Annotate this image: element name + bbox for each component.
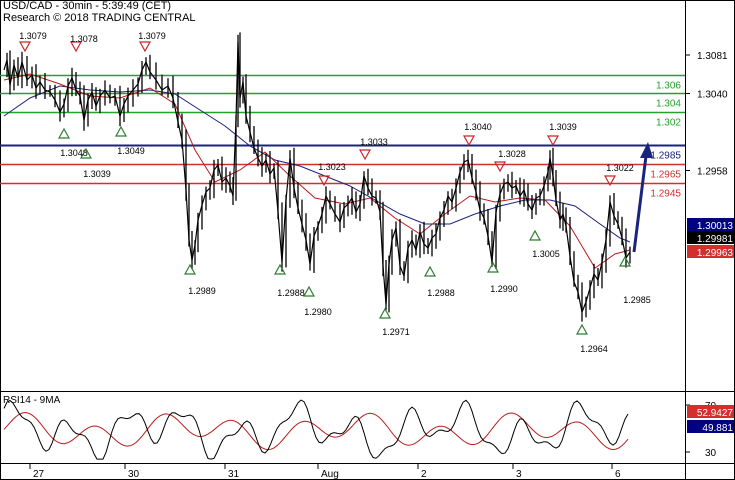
peak-label-2: 1.3079 — [138, 31, 166, 41]
chart-credit: Research © 2018 TRADING CENTRAL — [3, 12, 196, 24]
price-tick-label-2: 1.2958 — [697, 166, 728, 177]
trough-label-7: 1.2988 — [427, 288, 455, 298]
value-tag-0: 1.30013 — [697, 221, 734, 232]
peak-label-0: 1.3079 — [19, 31, 47, 41]
rsi-value-tag-0: 52.9427 — [697, 408, 734, 419]
trough-label-1: 1.3039 — [83, 169, 111, 179]
chart-stage: 1.306 1.304 1.302 1.2985 1.2965 1.2945 1.3079… — [0, 0, 735, 480]
rsi-tick-label-1: 30 — [705, 448, 717, 459]
trough-label-11: 1.2985 — [623, 295, 651, 305]
peak-label-7: 1.3039 — [549, 122, 577, 132]
level-label-4: 1.2965 — [650, 170, 681, 181]
value-tag-2: 1.29963 — [697, 248, 734, 259]
trough-marker-3 — [183, 263, 197, 275]
price-chart: 1.306 1.304 1.302 1.2985 1.2965 1.2945 1.3079… — [0, 0, 735, 480]
time-axis-ticks: 27 30 31 Aug 2 3 6 — [29, 463, 621, 480]
time-tick-label-3: Aug — [321, 469, 339, 480]
price-tick-label-1: 1.3040 — [697, 89, 728, 100]
rsi-title: RSI14 - 9MA — [3, 395, 61, 406]
level-label-2: 1.302 — [656, 118, 681, 129]
rsi-value-tag-1: 49.881 — [702, 423, 733, 434]
rsi-ma-line — [3, 411, 629, 451]
time-tick-label-0: 27 — [33, 469, 45, 480]
peak-marker-0 — [18, 41, 32, 53]
peak-label-5: 1.3040 — [464, 122, 492, 132]
level-label-5: 1.2945 — [650, 189, 681, 200]
peak-label-8: 1.3022 — [606, 163, 634, 173]
peak-label-4: 1.3023 — [318, 162, 346, 172]
trough-label-2: 1.3049 — [117, 146, 145, 156]
trough-marker-2 — [114, 125, 128, 137]
value-tag-1: 1.29981 — [697, 234, 734, 245]
trough-marker-4 — [273, 263, 287, 275]
trough-label-6: 1.2971 — [382, 327, 410, 337]
trough-marker-11 — [618, 255, 632, 267]
rsi-line — [3, 399, 629, 460]
support-resistance-levels: 1.306 1.304 1.302 1.2985 1.2965 1.2945 — [0, 74, 685, 200]
level-label-0: 1.306 — [656, 81, 681, 92]
peak-marker-3 — [358, 149, 372, 161]
time-tick-label-5: 3 — [516, 469, 522, 480]
trough-label-5: 1.2980 — [304, 307, 332, 317]
peak-label-6: 1.3028 — [498, 149, 526, 159]
trough-label-10: 1.2964 — [580, 344, 608, 354]
price-axis-ticks: 1.3081 1.3040 1.2958 — [685, 51, 728, 177]
level-label-1: 1.304 — [656, 99, 681, 110]
time-tick-label-1: 30 — [128, 469, 140, 480]
trough-label-8: 1.2990 — [490, 284, 518, 294]
peak-marker-5 — [462, 135, 476, 147]
price-tick-label-0: 1.3081 — [697, 51, 728, 62]
time-tick-label-4: 2 — [421, 469, 427, 480]
time-tick-label-6: 6 — [615, 469, 621, 480]
projection-shaft — [632, 155, 648, 253]
peak-label-1: 1.3078 — [70, 34, 98, 44]
peak-marker-6 — [493, 161, 507, 173]
trough-marker-7 — [423, 265, 437, 277]
trough-marker-5 — [302, 285, 316, 297]
peak-marker-7 — [546, 135, 560, 147]
chart-title: USD/CAD - 30min - 5:39:49 (CET) — [3, 0, 172, 12]
trough-label-4: 1.2988 — [277, 288, 305, 298]
current-value-tags: 1.30013 1.29981 1.29963 — [687, 218, 734, 259]
trough-label-9: 1.3005 — [532, 249, 560, 259]
trough-marker-10 — [575, 323, 589, 335]
rsi-panel: RSI14 - 9MA703052.942749.881 — [3, 395, 734, 460]
trough-marker-0 — [57, 127, 71, 139]
level-label-3: 1.2985 — [650, 151, 681, 162]
trough-marker-9 — [528, 229, 542, 241]
peak-marker-2 — [138, 41, 152, 53]
time-tick-label-2: 31 — [228, 469, 240, 480]
trough-label-3: 1.2989 — [188, 286, 216, 296]
peak-label-3: 1.3033 — [360, 137, 388, 147]
